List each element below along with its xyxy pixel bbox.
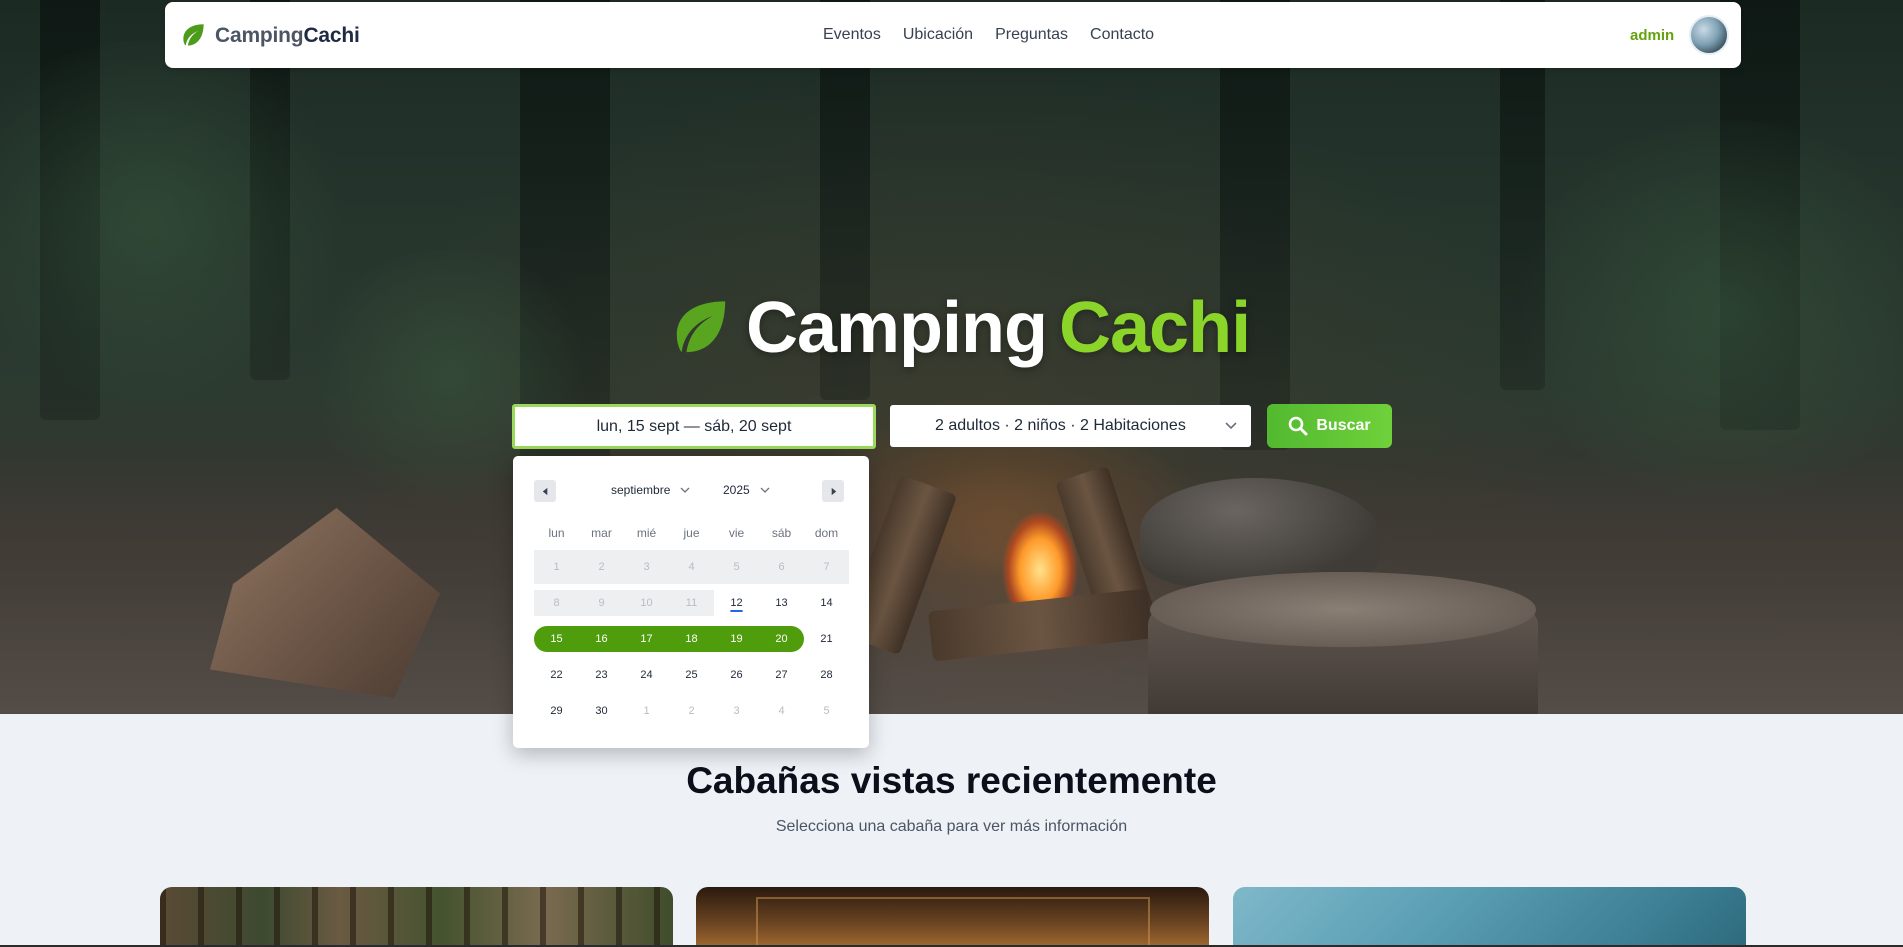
- calendar-week: 8 9 10 11 12 13 14: [534, 586, 849, 620]
- calendar-week: 15 16 17 18 19 20 21: [534, 622, 849, 656]
- next-month-button[interactable]: [822, 480, 844, 502]
- previous-month-button[interactable]: [534, 480, 556, 502]
- weekday-label: mar: [591, 526, 612, 540]
- weekday-label: jue: [683, 526, 700, 540]
- calendar-day-next-month: 3: [733, 705, 740, 717]
- hero-title-camping: Camping: [746, 288, 1048, 368]
- weekday-label: vie: [728, 526, 745, 540]
- weekday-label: lun: [548, 526, 565, 540]
- guests-select[interactable]: 2 adultos · 2 niños · 2 Habitaciones: [890, 405, 1251, 447]
- hero-title-cachi: Cachi: [1059, 288, 1251, 368]
- calendar-day[interactable]: 30: [579, 698, 624, 724]
- calendar-day: 9: [579, 590, 624, 616]
- leaf-icon: [183, 24, 204, 46]
- cabin-card[interactable]: [1233, 887, 1746, 947]
- chevron-down-icon: [1225, 422, 1237, 430]
- search-button-label: Buscar: [1316, 417, 1371, 434]
- brand-logo[interactable]: CampingCachi: [180, 22, 360, 49]
- calendar-day[interactable]: 29: [534, 698, 579, 724]
- calendar-day: 10: [624, 590, 669, 616]
- search-button[interactable]: Buscar: [1267, 404, 1392, 448]
- calendar-day-next-month: 5: [823, 705, 830, 717]
- tree-stump-top: [1150, 572, 1536, 647]
- nav-link-eventos[interactable]: Eventos: [823, 26, 881, 44]
- section-subtitle: Selecciona una cabaña para ver más infor…: [775, 818, 1128, 835]
- weekday-label: mié: [636, 526, 657, 540]
- calendar-day-today[interactable]: 12: [714, 590, 759, 616]
- month-select[interactable]: septiembre: [611, 483, 690, 497]
- calendar-day-next-month: 2: [688, 705, 695, 717]
- weekday-label: sáb: [771, 526, 792, 540]
- calendar-week: 22 23 24 25 26 27 28: [534, 658, 849, 692]
- calendar-day[interactable]: 22: [534, 662, 579, 688]
- year-value: 2025: [723, 483, 750, 497]
- search-icon: [1289, 416, 1308, 436]
- calendar-day-next-month: 4: [778, 705, 785, 717]
- calendar-day: 7: [823, 561, 830, 573]
- navbar: CampingCachi Eventos Ubicación Preguntas…: [165, 2, 1741, 68]
- calendar-day: 8: [534, 590, 579, 616]
- nav-link-contacto[interactable]: Contacto: [1090, 26, 1154, 44]
- calendar-day[interactable]: 21: [804, 626, 849, 652]
- cabin-card[interactable]: [160, 887, 673, 947]
- calendar-day[interactable]: 28: [804, 662, 849, 688]
- caret-right-icon: [831, 487, 836, 495]
- calendar-day: 3: [643, 561, 650, 573]
- calendar-week: 1 2 3 4 5 6 7: [534, 550, 849, 584]
- calendar-day[interactable]: 13: [759, 590, 804, 616]
- calendar-day-selected[interactable]: 18: [669, 626, 714, 652]
- calendar-day: 11: [669, 590, 714, 616]
- cabin-card[interactable]: [696, 887, 1209, 947]
- chevron-down-icon: [680, 487, 690, 493]
- calendar-day: 1: [553, 561, 560, 573]
- calendar-day[interactable]: 27: [759, 662, 804, 688]
- guests-value: 2 adultos · 2 niños · 2 Habitaciones: [935, 417, 1186, 434]
- brand-name: CampingCachi: [215, 23, 360, 47]
- calendar-week: 29 30 1 2 3 4 5: [534, 694, 849, 728]
- calendar-day-selected-end[interactable]: 20: [759, 626, 804, 652]
- user-name[interactable]: admin: [1630, 27, 1674, 44]
- calendar-day: 4: [688, 561, 695, 573]
- nav-link-preguntas[interactable]: Preguntas: [995, 26, 1068, 44]
- calendar-day[interactable]: 23: [579, 662, 624, 688]
- weekday-label: dom: [814, 526, 839, 540]
- nav-link-ubicacion[interactable]: Ubicación: [903, 26, 973, 44]
- calendar-day: 2: [598, 561, 605, 573]
- calendar-day-selected-start[interactable]: 15: [534, 626, 579, 652]
- section-title: Cabañas vistas recientemente: [686, 760, 1217, 801]
- calendar-day-selected[interactable]: 19: [714, 626, 759, 652]
- nav-links: Eventos Ubicación Preguntas Contacto: [823, 26, 1176, 44]
- calendar-day-selected[interactable]: 16: [579, 626, 624, 652]
- calendar-day[interactable]: 26: [714, 662, 759, 688]
- caret-left-icon: [542, 487, 547, 495]
- calendar-day[interactable]: 24: [624, 662, 669, 688]
- month-value: septiembre: [611, 483, 671, 497]
- calendar-day-next-month: 1: [643, 705, 650, 717]
- foliage: [1500, 120, 1903, 500]
- calendar-day[interactable]: 14: [804, 590, 849, 616]
- date-range-input[interactable]: lun, 15 sept — sáb, 20 sept: [512, 404, 876, 449]
- weekday-header: lun mar mié jue vie sáb dom: [534, 526, 849, 540]
- hero-title: Camping Cachi: [672, 287, 1251, 369]
- date-picker-calendar: septiembre 2025 lun mar mié jue vie sáb …: [513, 456, 869, 748]
- year-select[interactable]: 2025: [723, 483, 770, 497]
- calendar-day[interactable]: 25: [669, 662, 714, 688]
- leaf-icon: [676, 301, 726, 353]
- avatar[interactable]: [1689, 15, 1729, 55]
- chevron-down-icon: [760, 487, 770, 493]
- calendar-day: 6: [778, 561, 785, 573]
- calendar-day-selected[interactable]: 17: [624, 626, 669, 652]
- calendar-day: 5: [733, 561, 740, 573]
